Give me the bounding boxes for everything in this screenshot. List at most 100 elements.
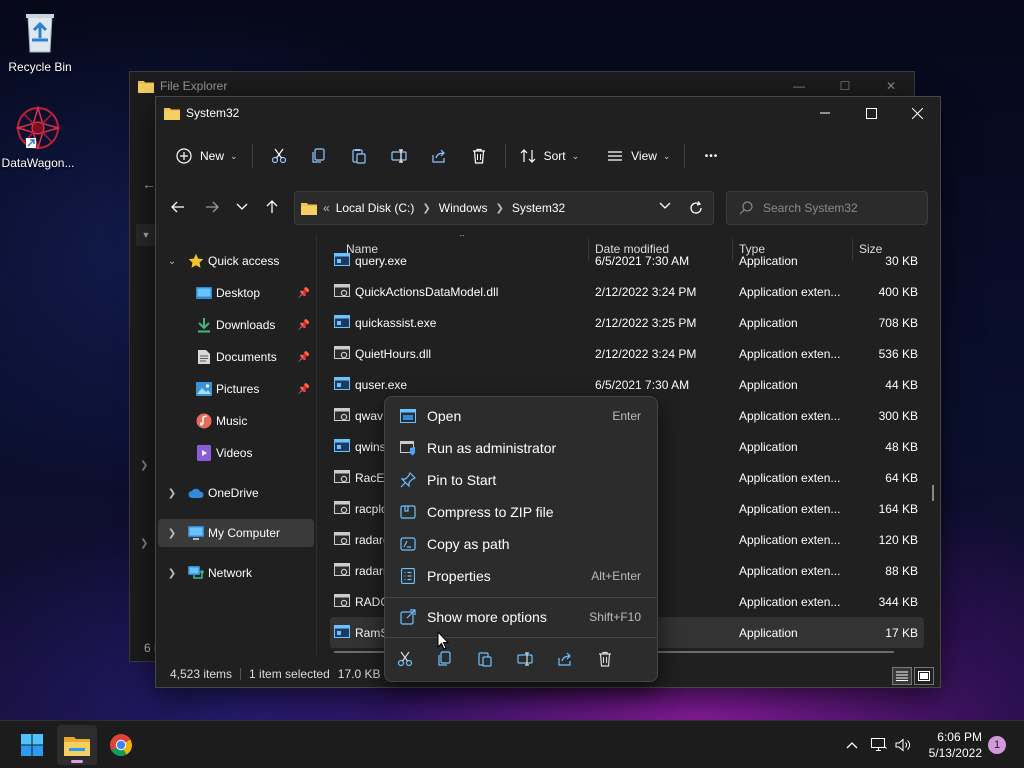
file-name: query.exe: [355, 254, 407, 268]
maximize-button[interactable]: [848, 97, 894, 129]
address-segment[interactable]: System32: [512, 201, 565, 215]
nav-item-videos[interactable]: Videos: [158, 439, 314, 467]
file-type: Application exten...: [739, 564, 841, 578]
pin-icon: [399, 471, 417, 489]
up-button[interactable]: [258, 193, 286, 221]
more-button[interactable]: •••: [691, 139, 731, 173]
minimize-button[interactable]: [802, 97, 848, 129]
file-type: Application exten...: [739, 595, 841, 609]
chevron-right-icon[interactable]: ❯: [166, 528, 178, 539]
file-type: Application: [739, 440, 798, 454]
address-segment[interactable]: Windows: [439, 201, 488, 215]
desktop-icon-recycle-bin[interactable]: Recycle Bin: [0, 8, 80, 74]
file-size: 88 KB: [885, 564, 918, 578]
delete-button[interactable]: [459, 139, 499, 173]
nav-quick-access[interactable]: ⌄ Quick access: [158, 247, 314, 275]
status-bar: 4,523 items 1 item selected 17.0 KB: [170, 665, 380, 683]
download-icon: [196, 317, 212, 333]
menu-item-show-more-options[interactable]: Show more options Shift+F10: [391, 602, 653, 632]
menu-divider: [385, 637, 657, 638]
nav-item-documents[interactable]: Documents 📌: [158, 343, 314, 371]
address-dropdown-icon[interactable]: [659, 202, 671, 210]
nav-onedrive[interactable]: ❯ OneDrive: [158, 479, 314, 507]
zip-icon: [399, 503, 417, 521]
chevron-down-icon: ⌄: [230, 150, 238, 161]
menu-item-pin-to-start[interactable]: Pin to Start: [391, 465, 653, 495]
tiles-view-icon: [918, 671, 930, 681]
table-row[interactable]: QuickActionsDataModel.dll 2/12/2022 3:24 …: [330, 276, 924, 307]
volume-icon[interactable]: [895, 738, 911, 752]
context-share-button[interactable]: [545, 641, 585, 677]
view-button[interactable]: View ⌄: [599, 139, 678, 173]
recent-locations-button[interactable]: [228, 193, 256, 221]
cut-button[interactable]: [259, 139, 299, 173]
file-type: Application exten...: [739, 502, 841, 516]
copy-button[interactable]: [299, 139, 339, 173]
menu-item-label: Pin to Start: [427, 472, 497, 488]
back-arrow-icon[interactable]: ←: [142, 176, 156, 192]
file-type: Application exten...: [739, 533, 841, 547]
nav-network[interactable]: ❯ Network: [158, 559, 314, 587]
close-button[interactable]: [894, 97, 940, 129]
clock[interactable]: 6:06 PM 5/13/2022: [929, 729, 982, 761]
details-view-button[interactable]: [892, 667, 912, 685]
menu-item-run-as-administrator[interactable]: Run as administrator: [391, 433, 653, 463]
new-button[interactable]: New ⌄: [168, 139, 246, 173]
address-segment[interactable]: Local Disk (C:): [336, 201, 415, 215]
network-status-icon[interactable]: [871, 738, 887, 752]
chevron-up-icon[interactable]: [843, 741, 861, 749]
nav-item-music[interactable]: Music: [158, 407, 314, 435]
chevron-right-icon[interactable]: ❯: [166, 568, 178, 579]
table-row[interactable]: QuietHours.dll 2/12/2022 3:24 PM Applicati…: [330, 338, 924, 369]
notification-badge[interactable]: 1: [988, 736, 1006, 754]
search-box[interactable]: Search System32: [726, 191, 928, 225]
cloud-icon: [188, 485, 204, 501]
address-bar[interactable]: « Local Disk (C:) ❯ Windows ❯ System32: [294, 191, 714, 225]
chrome-icon: [110, 734, 132, 756]
view-icon: [608, 151, 623, 161]
taskbar-file-explorer[interactable]: [57, 725, 97, 765]
menu-item-copy-as-path[interactable]: Copy as path: [391, 529, 653, 559]
nav-item-pictures[interactable]: Pictures 📌: [158, 375, 314, 403]
taskbar-chrome[interactable]: [101, 725, 141, 765]
back-button[interactable]: [164, 193, 192, 221]
pane-divider[interactable]: [316, 235, 317, 655]
share-button[interactable]: [419, 139, 459, 173]
chevron-right-icon[interactable]: ❯: [495, 203, 503, 214]
chevron-down-icon: ⌄: [662, 150, 671, 161]
tiles-view-button[interactable]: [914, 667, 934, 685]
nav-item-desktop[interactable]: Desktop 📌: [158, 279, 314, 307]
chevron-down-icon[interactable]: ▼: [136, 224, 156, 246]
start-button[interactable]: [12, 725, 52, 765]
cut-icon: [397, 651, 413, 667]
desktop-icon-datawagon[interactable]: DataWagon...: [0, 104, 78, 170]
chevron-right-icon[interactable]: ❯: [166, 488, 178, 499]
context-cut-button[interactable]: [385, 641, 425, 677]
chevron-right-icon[interactable]: ❯: [422, 203, 430, 214]
vertical-scrollbar[interactable]: [932, 485, 934, 501]
context-rename-button[interactable]: [505, 641, 545, 677]
context-delete-button[interactable]: [585, 641, 625, 677]
context-paste-button[interactable]: [465, 641, 505, 677]
chevron-down-icon[interactable]: ⌄: [166, 256, 178, 267]
copy-icon: [311, 148, 325, 163]
menu-item-compress-zip[interactable]: Compress to ZIP file: [391, 497, 653, 527]
mouse-cursor-icon: [437, 631, 449, 650]
file-date: 6/5/2021 7:30 AM: [595, 254, 690, 268]
nav-my-computer[interactable]: ❯ My Computer: [158, 519, 314, 547]
forward-button[interactable]: [198, 193, 226, 221]
paste-button[interactable]: [339, 139, 379, 173]
more-options-icon: [399, 608, 417, 626]
table-row[interactable]: query.exe 6/5/2021 7:30 AM Application 30 K…: [330, 245, 924, 276]
menu-item-open[interactable]: Open Enter: [391, 401, 653, 431]
rename-button[interactable]: [379, 139, 419, 173]
address-overflow[interactable]: «: [323, 201, 330, 215]
chevron-down-icon: [236, 203, 248, 210]
pin-icon: 📌: [297, 351, 310, 363]
menu-item-properties[interactable]: Properties Alt+Enter: [391, 561, 653, 591]
table-row[interactable]: quickassist.exe 2/12/2022 3:25 PM Applicat…: [330, 307, 924, 338]
sort-button[interactable]: Sort ⌄: [512, 139, 588, 173]
nav-item-downloads[interactable]: Downloads 📌: [158, 311, 314, 339]
taskbar: 6:06 PM 5/13/2022 1: [0, 720, 1024, 768]
refresh-icon[interactable]: [689, 201, 703, 215]
